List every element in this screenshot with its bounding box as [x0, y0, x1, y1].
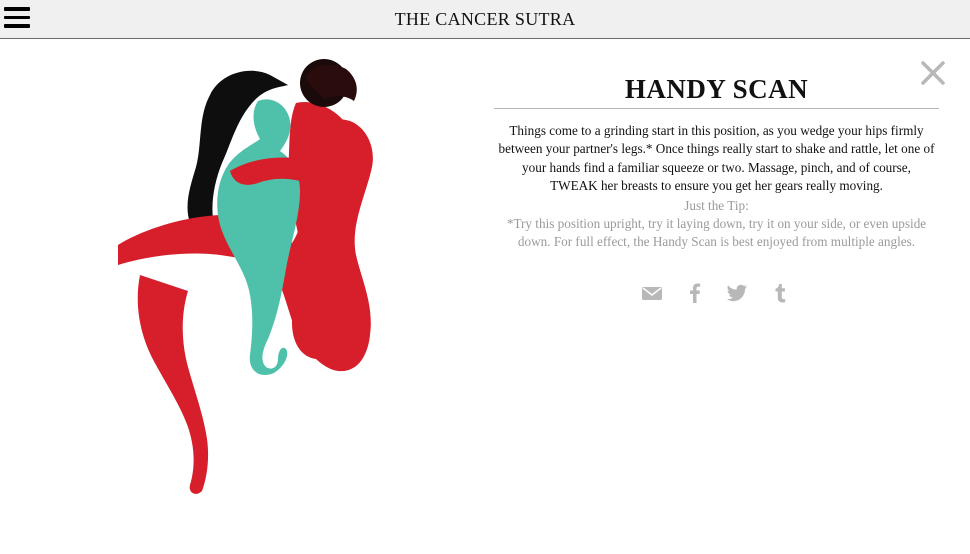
position-detail-panel: HANDY SCAN Things come to a grinding sta…: [494, 70, 939, 251]
red-figure-lower-leg: [137, 275, 209, 494]
email-icon[interactable]: [640, 281, 664, 305]
top-bar: THE CANCER SUTRA: [0, 0, 970, 39]
site-title[interactable]: THE CANCER SUTRA: [0, 9, 970, 30]
position-illustration: [118, 59, 373, 494]
share-buttons: [640, 281, 790, 305]
position-description: Things come to a grinding start in this …: [498, 123, 935, 194]
facebook-icon[interactable]: [683, 281, 707, 305]
tip-text: *Try this position upright, try it layin…: [506, 215, 927, 249]
tip-label: Just the Tip:: [684, 197, 749, 213]
twitter-icon[interactable]: [725, 281, 749, 305]
position-title: HANDY SCAN: [494, 74, 939, 109]
tumblr-icon[interactable]: [768, 281, 792, 305]
